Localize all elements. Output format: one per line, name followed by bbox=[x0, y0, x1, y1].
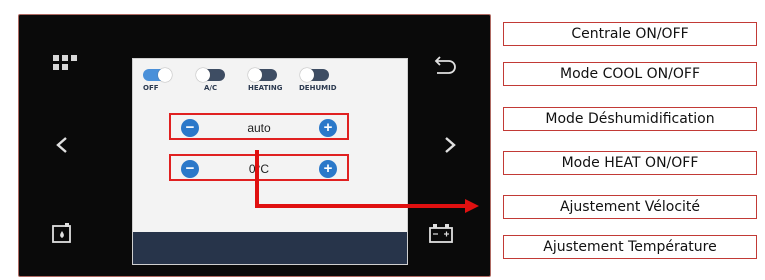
battery-icon[interactable] bbox=[429, 223, 453, 243]
chevron-left-icon[interactable] bbox=[55, 136, 69, 154]
pointer-arrow-line bbox=[255, 150, 259, 207]
grid-icon[interactable] bbox=[53, 55, 77, 75]
toggle-label: A/C bbox=[204, 84, 218, 92]
annotation-label: Mode COOL ON/OFF bbox=[503, 62, 757, 86]
annotation-label: Ajustement Température bbox=[503, 235, 757, 259]
speed-increase-button[interactable]: + bbox=[319, 119, 337, 137]
toggle-knob bbox=[248, 68, 262, 82]
toggle-ac[interactable]: A/C bbox=[196, 68, 235, 92]
annotation-label: Mode HEAT ON/OFF bbox=[503, 151, 757, 175]
temperature-control: − 0°C + bbox=[169, 154, 349, 181]
pointer-arrow-head bbox=[465, 199, 479, 213]
speed-control: − auto + bbox=[169, 113, 349, 140]
toggle-label: DEHUMID bbox=[299, 84, 337, 92]
toggle-knob bbox=[196, 68, 210, 82]
toggle-knob bbox=[158, 68, 172, 82]
screen-bottom-bar bbox=[133, 232, 407, 264]
toggle-dehumid[interactable]: DEHUMID bbox=[299, 68, 339, 92]
touch-screen: OFF A/C HEATING DEHUMID − auto + − 0°C + bbox=[132, 58, 408, 265]
annotation-label: Centrale ON/OFF bbox=[503, 22, 757, 46]
chevron-right-icon[interactable] bbox=[443, 136, 457, 154]
toggle-label: HEATING bbox=[248, 84, 283, 92]
pointer-arrow-line bbox=[255, 204, 467, 208]
toggle-knob bbox=[300, 68, 314, 82]
toggle-heating[interactable]: HEATING bbox=[248, 68, 287, 92]
annotation-label: Mode Déshumidification bbox=[503, 107, 757, 131]
annotation-label: Ajustement Vélocité bbox=[503, 195, 757, 219]
fuel-icon[interactable] bbox=[52, 223, 72, 243]
device-panel: OFF A/C HEATING DEHUMID − auto + − 0°C + bbox=[18, 14, 491, 277]
back-arrow-icon[interactable] bbox=[431, 55, 457, 75]
toggle-power[interactable]: OFF bbox=[143, 68, 181, 92]
toggle-label: OFF bbox=[143, 84, 159, 92]
temperature-increase-button[interactable]: + bbox=[319, 160, 337, 178]
